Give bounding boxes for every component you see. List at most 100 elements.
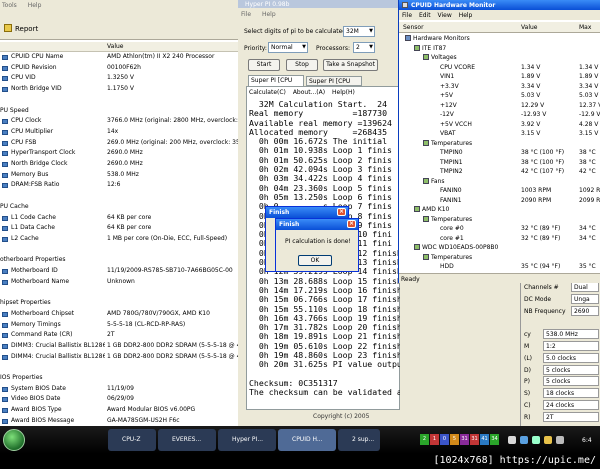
report-button[interactable]: Report [4, 24, 38, 35]
everest-row[interactable]: CPU Clock 3766.0 MHz (original: 2800 MHz,… [0, 117, 244, 127]
sensor-tree-row[interactable]: VIN1 1.89 V 1.89 V [399, 72, 600, 81]
everest-row[interactable]: hipset Properties [0, 299, 244, 309]
menu-file[interactable]: File [241, 11, 251, 18]
hw-menu-help[interactable]: Help [459, 12, 473, 19]
sensor-tree-row[interactable]: core #1 32 °C (89 °F) 34 °C [399, 234, 600, 243]
sensor-tree-row[interactable]: WDC WD10EADS-00P8B0 [399, 243, 600, 252]
tab-cpu0[interactable]: Super PI [CPU #0] [248, 75, 304, 94]
everest-row[interactable]: otherboard Properties [0, 256, 244, 266]
submenu-calculate[interactable]: Calculate(C) [249, 89, 286, 96]
hwmonitor-titlebar[interactable]: CPUID Hardware Monitor [399, 0, 600, 10]
everest-row[interactable]: DRAM:FSB Ratio 12:6 [0, 181, 244, 191]
sensor-tree-row[interactable]: -12V -12.93 V -12.9 V [399, 110, 600, 119]
taskbar-item-cpuid[interactable]: CPUID H... [278, 429, 336, 451]
sensor-tree-row[interactable]: TMPIN2 42 °C (107 °F) 42 °C [399, 167, 600, 176]
everest-row[interactable]: Video BIOS Date 06/29/09 [0, 395, 244, 405]
tray-indicator[interactable]: 41 [480, 434, 489, 445]
sensor-tree-row[interactable]: core #0 32 °C (89 °F) 34 °C [399, 224, 600, 233]
everest-row[interactable]: CPU FSB 269.0 MHz (original: 200 MHz, ove… [0, 139, 244, 149]
everest-row[interactable]: HyperTransport Clock 2690.0 MHz [0, 149, 244, 159]
everest-row[interactable]: Motherboard Name Unknown [0, 278, 244, 288]
tray-indicator[interactable]: 34 [490, 434, 499, 445]
everest-row[interactable]: Motherboard ID 11/19/2009-RS785-SB710-7A6… [0, 267, 244, 277]
stop-button[interactable]: Stop [286, 59, 318, 71]
hw-menu-view[interactable]: View [438, 12, 452, 19]
everest-row[interactable]: Memory Timings 5-5-5-18 (CL-RCD-RP-RAS) [0, 321, 244, 331]
sensor-tree-row[interactable]: CPU VCORE 1.34 V 1.34 V [399, 63, 600, 72]
close-icon[interactable]: × [337, 208, 346, 216]
sensor-tree-row[interactable]: Temperatures [399, 215, 600, 224]
sensor-tree-row[interactable]: VBAT 3.15 V 3.15 V [399, 129, 600, 138]
hw-value-column-header[interactable]: Value [521, 24, 537, 31]
taskbar-item-superpi[interactable]: 2 sup... [338, 429, 380, 451]
everest-row[interactable]: IOS Properties [0, 374, 244, 384]
value-column-header[interactable]: Value [107, 43, 123, 50]
everest-row[interactable]: DIMM4: Crucial Ballistix BL1286... 1 GB D… [0, 353, 244, 363]
sensor-tree-row[interactable]: +5V VCCH 3.92 V 4.28 V [399, 120, 600, 129]
everest-row[interactable] [0, 96, 244, 106]
tray-indicator[interactable]: 0 [440, 434, 449, 445]
sensor-tree-row[interactable]: FANIN0 1003 RPM 1092 R [399, 186, 600, 195]
sensor-tree-row[interactable]: ITE IT87 [399, 44, 600, 53]
taskbar-item-cpuz[interactable]: CPU-Z [108, 429, 156, 451]
sensor-tree-row[interactable]: TMPIN0 38 °C (100 °F) 38 °C [399, 148, 600, 157]
everest-row[interactable]: CPU Multiplier 14x [0, 128, 244, 138]
submenu-about[interactable]: About...(A) [293, 89, 325, 96]
sensor-tree-row[interactable]: HDD 35 °C (94 °F) 35 °C [399, 262, 600, 271]
hw-menu-file[interactable]: File [402, 12, 412, 19]
battery-icon[interactable] [556, 436, 564, 444]
monitor-icon[interactable] [532, 436, 540, 444]
priority-select[interactable]: Normal ▼ [268, 42, 308, 53]
digits-select[interactable]: 32M ▼ [343, 26, 375, 37]
menu-tools[interactable]: Tools [2, 2, 17, 9]
sensor-tree-row[interactable]: Fans [399, 177, 600, 186]
everest-row[interactable]: PU Speed [0, 107, 244, 117]
everest-row[interactable]: North Bridge VID 1.1750 V [0, 85, 244, 95]
everest-row[interactable]: L1 Code Cache 64 KB per core [0, 214, 244, 224]
tray-indicator[interactable]: 31 [470, 434, 479, 445]
clock[interactable]: 6:4 [582, 437, 592, 444]
everest-row[interactable]: CPUID Revision 00100F62h [0, 64, 244, 74]
processors-select[interactable]: 2 ▼ [353, 42, 375, 53]
everest-row[interactable]: L1 Data Cache 64 KB per core [0, 224, 244, 234]
everest-row[interactable]: System BIOS Date 11/19/09 [0, 385, 244, 395]
shield-icon[interactable] [544, 436, 552, 444]
tray-indicator[interactable]: 1 [430, 434, 439, 445]
ok-button[interactable]: OK [298, 255, 332, 266]
sensor-tree-row[interactable]: +3.3V 3.34 V 3.34 V [399, 82, 600, 91]
start-orb-icon[interactable] [3, 429, 25, 451]
sensor-tree-row[interactable]: FANIN1 2090 RPM 2099 R [399, 196, 600, 205]
finish-titlebar[interactable]: Finish × [276, 219, 358, 230]
everest-row[interactable]: Motherboard Chipset AMD 780G/780V/790GX, … [0, 310, 244, 320]
hyperpi-titlebar[interactable]: Hyper PI 0.98b [238, 0, 400, 8]
sensor-tree-row[interactable]: TMPIN1 38 °C (100 °F) 38 °C [399, 158, 600, 167]
sensor-tree-row[interactable]: Voltages [399, 53, 600, 62]
sensor-tree-row[interactable]: +12V 12.29 V 12.37 V [399, 101, 600, 110]
tray-indicator[interactable]: 31 [460, 434, 469, 445]
network-icon[interactable] [520, 436, 528, 444]
everest-row[interactable]: North Bridge Clock 2690.0 MHz [0, 160, 244, 170]
everest-row[interactable]: Memory Bus 538.0 MHz [0, 171, 244, 181]
sensor-column-header[interactable]: Sensor [403, 24, 424, 31]
submenu-help[interactable]: Help(H) [332, 89, 355, 96]
everest-row[interactable] [0, 363, 244, 373]
start-button[interactable]: Start [248, 59, 280, 71]
everest-row[interactable]: L2 Cache 1 MB per core (On-Die, ECC, Full… [0, 235, 244, 245]
tray-indicator[interactable]: 5 [450, 434, 459, 445]
sensor-tree-row[interactable]: +5V 5.03 V 5.03 V [399, 91, 600, 100]
taskbar-item-hyperpi[interactable]: Hyper PI... [218, 429, 276, 451]
sensor-tree-row[interactable]: Temperatures [399, 253, 600, 262]
taskbar-item-everest[interactable]: EVERES... [158, 429, 216, 451]
speaker-icon[interactable] [508, 436, 516, 444]
tray-indicator[interactable]: 2 [420, 434, 429, 445]
everest-row[interactable] [0, 288, 244, 298]
menu-help-pi[interactable]: Help [262, 11, 276, 18]
sensor-tree-row[interactable]: Hardware Monitors [399, 34, 600, 43]
close-icon[interactable]: × [347, 220, 356, 228]
everest-row[interactable]: CPUID CPU Name AMD Athlon(tm) II X2 240 P… [0, 53, 244, 63]
everest-row[interactable]: Award BIOS Type Award Modular BIOS v6.00P… [0, 406, 244, 416]
sensor-tree-row[interactable]: AMD K10 [399, 205, 600, 214]
snapshot-button[interactable]: Take a Snapshot [323, 59, 378, 71]
sensor-tree-row[interactable]: Temperatures [399, 139, 600, 148]
finish-titlebar-back[interactable]: Finish × [266, 207, 348, 218]
